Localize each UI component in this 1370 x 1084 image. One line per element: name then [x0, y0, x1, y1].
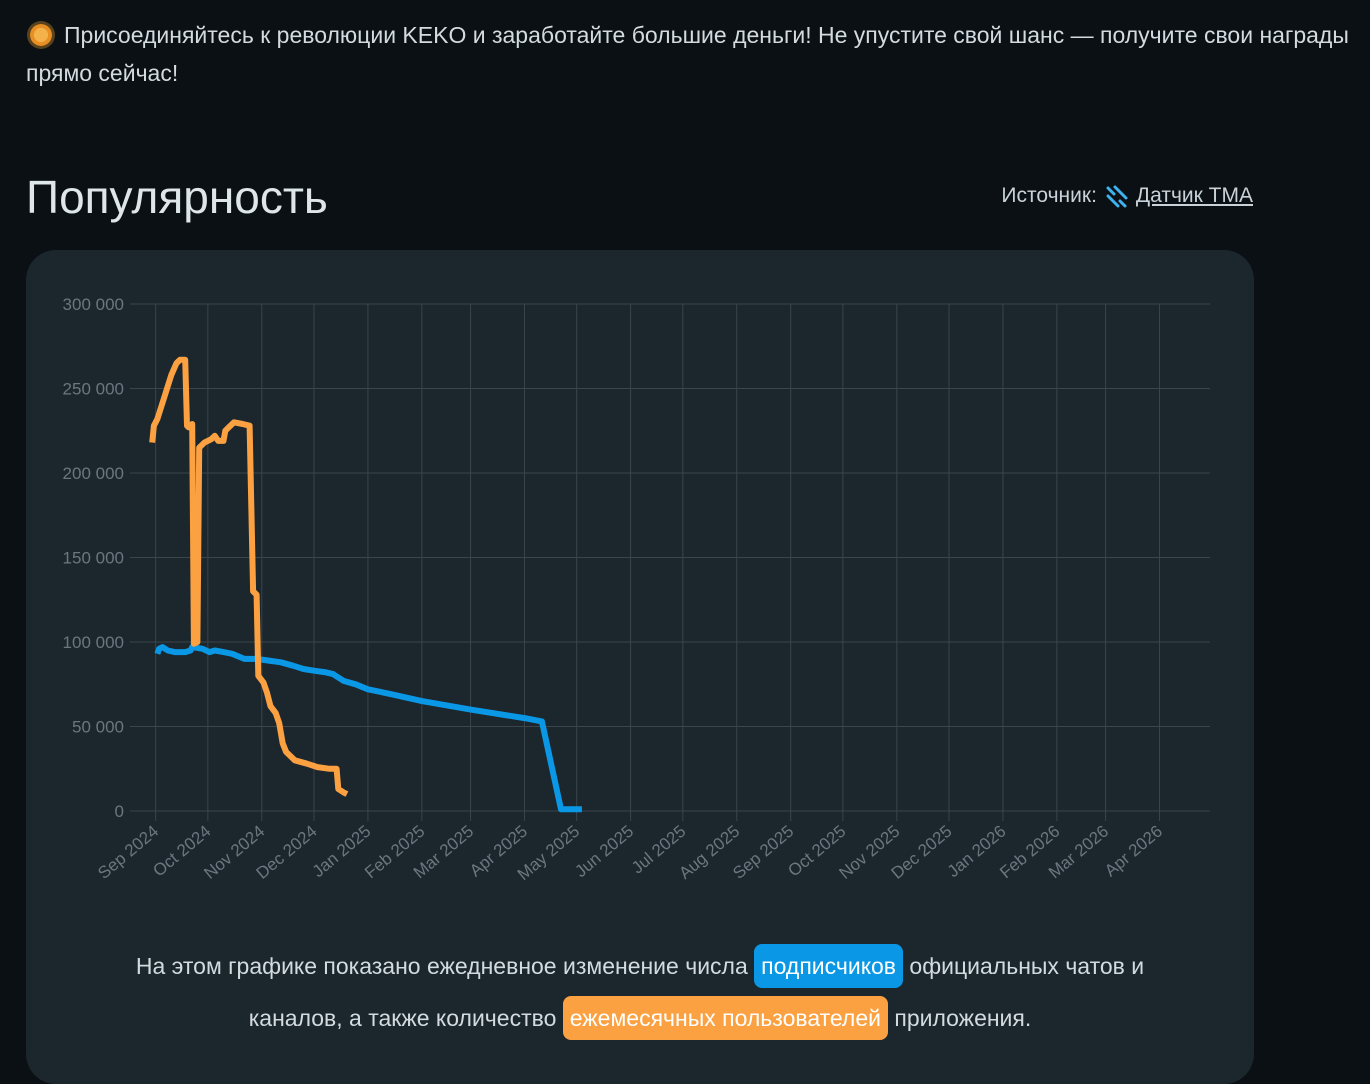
x-tick-label: Jun 2025 [571, 822, 637, 882]
subscribers-line [154, 644, 582, 813]
promo-banner: Присоединяйтесь к революции KEKO и зараб… [26, 16, 1370, 92]
tma-sensor-icon [1105, 184, 1129, 208]
y-tick-label: 150 000 [63, 549, 124, 568]
chart-caption: На этом графике показано ежедневное изме… [86, 940, 1194, 1044]
y-tick-label: 50 000 [72, 718, 124, 737]
caption-text-3: приложения. [894, 1005, 1032, 1031]
y-tick-label: 250 000 [63, 380, 124, 399]
y-tick-label: 0 [115, 802, 124, 821]
section-title: Популярность [26, 171, 328, 223]
source-attribution: Источник: Датчик TMA [1001, 181, 1253, 211]
y-tick-label: 200 000 [63, 464, 124, 483]
popularity-chart: 300 000 250 000 200 000 150 000 100 000 50 00… [63, 295, 1210, 884]
caption-text-1: На этом графике показано ежедневное изме… [135, 953, 748, 979]
popularity-chart-card: 300 000 250 000 200 000 150 000 100 000 50 00… [26, 250, 1254, 1084]
monthly-users-line [149, 356, 349, 797]
promo-text: Присоединяйтесь к революции KEKO и зараб… [26, 22, 1349, 86]
y-tick-label: 100 000 [63, 633, 124, 652]
subscribers-highlight: подписчиков [754, 944, 904, 988]
x-tick-label: Sep 2025 [729, 822, 797, 883]
x-tick-label: Apr 2026 [1101, 822, 1166, 881]
y-tick-label: 300 000 [63, 295, 124, 314]
monthly-users-highlight: ежемесячных пользователей [562, 996, 888, 1040]
source-link[interactable]: Датчик TMA [1136, 181, 1253, 211]
sun-icon [30, 24, 52, 46]
source-label: Источник: [1001, 184, 1097, 207]
x-tick-label: Sep 2024 [94, 822, 162, 883]
